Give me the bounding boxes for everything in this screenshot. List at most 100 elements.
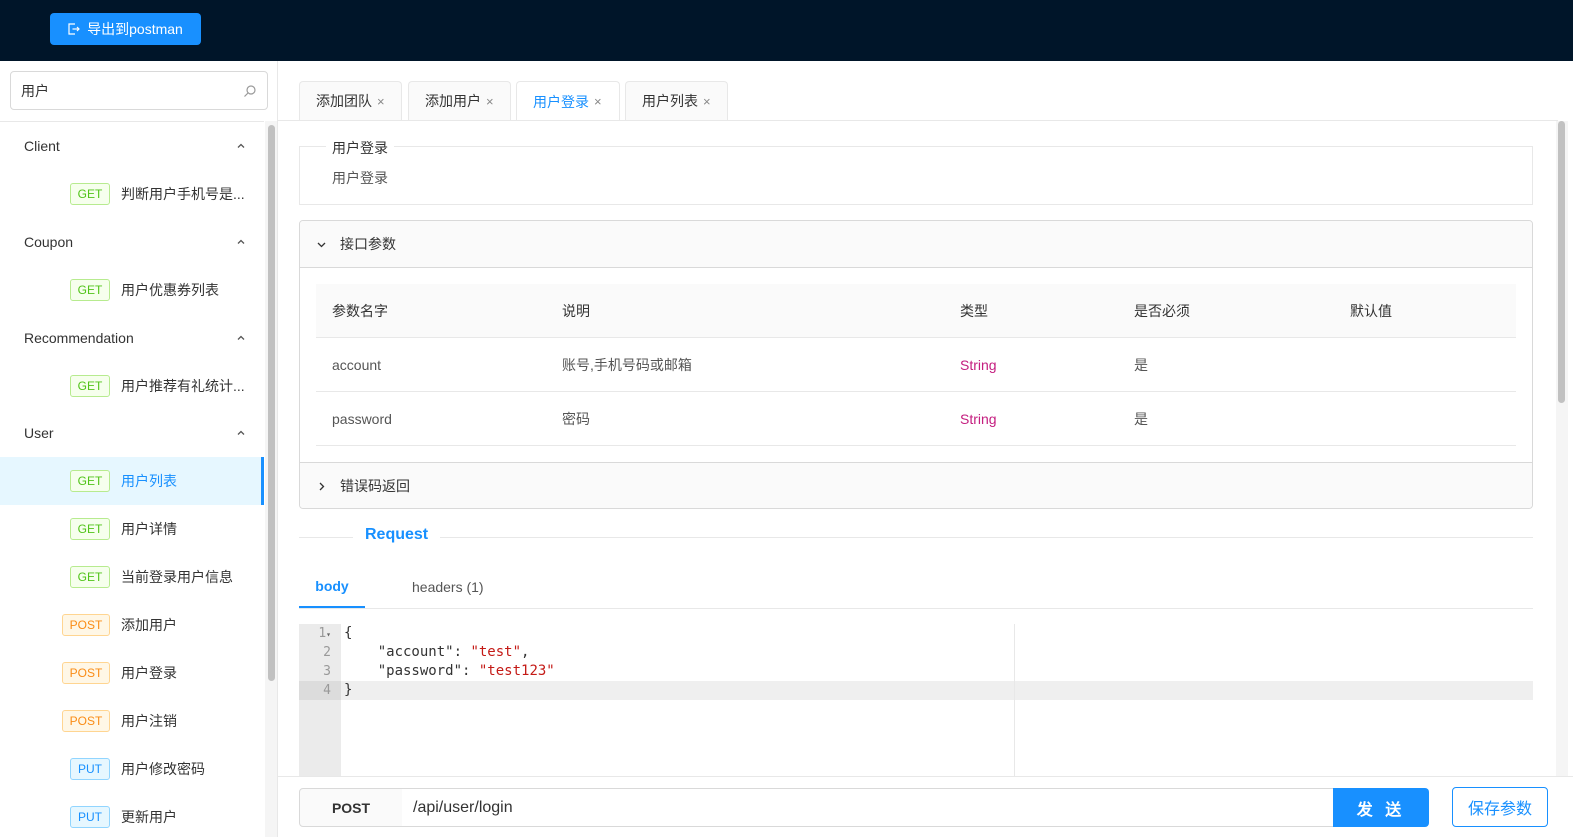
list-item[interactable]: POST 用户登录 [0,649,264,697]
api-description: 用户登录 [332,170,388,186]
tab-add-team[interactable]: 添加团队 × [299,81,402,120]
request-title: Request [365,526,429,543]
item-label: 用户优惠券列表 [121,282,219,298]
search-input[interactable] [21,82,243,99]
param-desc: 账号,手机号码或邮箱 [562,357,692,373]
close-icon[interactable]: × [377,94,385,109]
tab-user-list[interactable]: 用户列表 × [625,81,728,120]
params-panel-header[interactable]: 接口参数 [300,221,1532,268]
divider [299,537,353,538]
code-line: } [344,682,353,698]
col-header-desc: 说明 [562,303,590,319]
group-label: User [24,425,54,441]
group-label: Recommendation [24,330,134,346]
method-badge: PUT [70,806,110,828]
line-number: 4 [299,681,341,700]
method-badge: GET [70,183,110,205]
method-badge: GET [70,566,110,588]
search-box [10,71,268,110]
list-item[interactable]: POST 添加用户 [0,601,264,649]
request-tabs: body headers (1) [299,566,1533,609]
param-desc: 密码 [562,411,590,427]
fold-icon[interactable]: ▾ [326,630,331,639]
item-label: 更新用户 [121,809,177,825]
divider [440,537,1533,538]
method-badge: POST [62,614,110,636]
main-scrollbar[interactable] [1556,121,1568,776]
col-header-type: 类型 [960,303,988,319]
group-coupon[interactable]: Coupon [0,218,264,266]
url-input[interactable] [402,788,1334,827]
method-select[interactable]: POST [299,788,403,827]
table-header: 参数名字 说明 类型 是否必须 默认值 [316,284,1516,338]
param-required: 是 [1134,357,1148,373]
close-icon[interactable]: × [703,94,711,109]
item-label: 当前登录用户信息 [121,569,233,585]
list-item[interactable]: PUT 更新用户 [0,793,264,837]
sidebar-scrollbar[interactable] [265,121,277,837]
list-item[interactable]: POST 用户注销 [0,697,264,745]
list-item[interactable]: GET 用户详情 [0,505,264,553]
line-number: 2 [323,645,331,660]
body-editor[interactable]: 1▾ 2 3 4 { "account": "test", "password"… [299,624,1533,776]
item-label: 用户推荐有礼统计... [121,378,245,394]
params-collapse: 接口参数 参数名字 说明 类型 是否必须 默认值 account 账号,手机号码… [299,220,1533,509]
group-label: Client [24,138,60,154]
search-icon[interactable] [243,84,257,98]
api-legend: 用户登录 [326,138,394,158]
col-header-required: 是否必须 [1134,303,1190,319]
tab-add-user[interactable]: 添加用户 × [408,81,511,120]
send-button[interactable]: 发 送 [1333,788,1429,827]
method-badge: GET [70,470,110,492]
col-header-name: 参数名字 [332,303,388,319]
list-item[interactable]: GET 当前登录用户信息 [0,553,264,601]
errors-panel-header[interactable]: 错误码返回 [300,462,1532,508]
close-icon[interactable]: × [594,94,602,109]
sidebar: Client GET 判断用户手机号是... Coupon GET 用户优惠券列… [0,61,278,837]
col-header-default: 默认值 [1350,303,1392,319]
chevron-up-icon [237,335,245,340]
code-line: "account": "test", [377,644,530,660]
export-postman-button[interactable]: 导出到postman [50,13,201,45]
item-label: 用户注销 [121,713,177,729]
save-params-button[interactable]: 保存参数 [1452,787,1548,827]
list-item[interactable]: GET 用户优惠券列表 [0,266,264,314]
table-row: password 密码 String 是 [316,392,1516,446]
chevron-down-icon [317,242,326,248]
close-icon[interactable]: × [486,94,494,109]
group-user[interactable]: User [0,409,264,457]
list-item[interactable]: GET 判断用户手机号是... [0,170,264,218]
item-label: 用户列表 [121,473,177,489]
tab-label: 添加用户 [425,93,481,109]
tab-headers[interactable]: headers (1) [412,566,484,608]
item-label: 用户修改密码 [121,761,205,777]
print-margin [1014,624,1015,776]
api-info-fieldset [299,146,1533,205]
item-label: 判断用户手机号是... [121,186,245,202]
item-label: 添加用户 [121,617,177,633]
param-name: password [332,411,392,427]
main-scrollbar-thumb[interactable] [1558,121,1565,403]
param-type: String [960,357,997,373]
params-panel-title: 接口参数 [340,236,396,252]
param-required: 是 [1134,411,1148,427]
api-nav: Client GET 判断用户手机号是... Coupon GET 用户优惠券列… [0,121,264,837]
sidebar-scrollbar-thumb[interactable] [268,125,275,681]
method-badge: GET [70,375,110,397]
method-badge: POST [62,662,110,684]
method-badge: PUT [70,758,110,780]
errors-panel-title: 错误码返回 [340,478,410,494]
top-bar: 导出到postman [0,0,1573,61]
chevron-right-icon [319,482,325,491]
chevron-up-icon [237,143,245,148]
group-recommendation[interactable]: Recommendation [0,314,264,362]
group-client[interactable]: Client [0,122,264,170]
tab-user-login[interactable]: 用户登录 × [516,81,620,121]
list-item[interactable]: GET 用户推荐有礼统计... [0,362,264,410]
tab-body[interactable]: body [299,566,365,608]
code-line: { [344,625,353,641]
list-item-active[interactable]: GET 用户列表 [0,457,264,505]
table-row: account 账号,手机号码或邮箱 String 是 [316,338,1516,392]
item-label: 用户登录 [121,665,177,681]
list-item[interactable]: PUT 用户修改密码 [0,745,264,793]
